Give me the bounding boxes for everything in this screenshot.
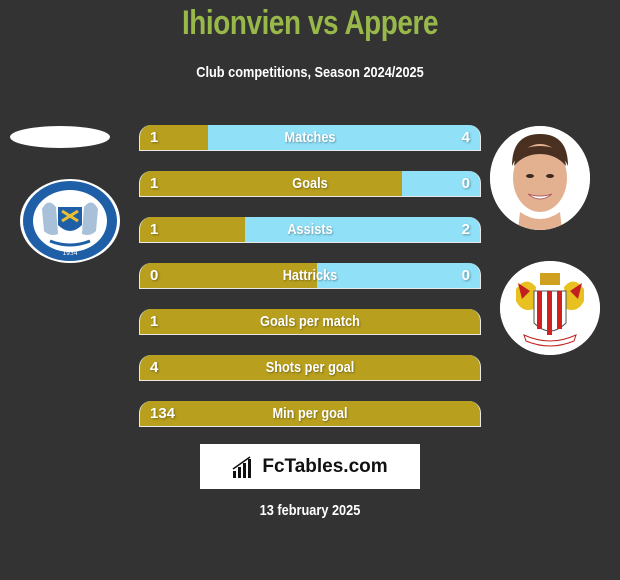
peterborough-united-crest-icon: 1934: [20, 179, 120, 263]
left-value: 1: [150, 129, 159, 146]
stat-label: Goals per match: [260, 313, 360, 330]
stat-label: Matches: [284, 129, 336, 146]
season-subtitle: Club competitions, Season 2024/2025: [196, 64, 424, 81]
fctables-logo[interactable]: FcTables.com: [200, 444, 420, 489]
stat-label: Shots per goal: [265, 359, 355, 376]
stat-bar: 4 Shots per goal: [139, 355, 481, 381]
right-value: 0: [461, 267, 470, 284]
stat-label: Hattricks: [282, 267, 338, 284]
right-value: 4: [461, 129, 470, 146]
left-value: 1: [150, 221, 159, 238]
page-title: Ihionvien vs Appere: [181, 4, 439, 42]
stat-bar: 0 Hattricks 0: [139, 263, 481, 289]
left-value: 1: [150, 175, 159, 192]
stat-bar: 1 Assists 2: [139, 217, 481, 243]
stevenage-fc-crest-icon: [500, 261, 600, 355]
stat-bar: 1 Goals 0: [139, 171, 481, 197]
date-label: 13 february 2025: [259, 502, 361, 519]
stat-bar: 1 Matches 4: [139, 125, 481, 151]
stat-bar: 1 Goals per match: [139, 309, 481, 335]
crest-year: 1934: [62, 250, 77, 257]
right-value: 0: [461, 175, 470, 192]
left-value: 4: [150, 359, 159, 376]
stat-label: Goals: [292, 175, 328, 192]
stat-bar: 134 Min per goal: [139, 401, 481, 427]
stat-label: Min per goal: [272, 405, 348, 422]
left-player-placeholder: [10, 126, 110, 148]
right-value: 2: [461, 221, 470, 238]
stat-label: Assists: [287, 221, 333, 238]
left-value: 1: [150, 313, 159, 330]
bar-chart-logo-icon: [232, 455, 252, 478]
logo-text: FcTables.com: [262, 455, 388, 477]
player-photo-icon: [490, 126, 590, 230]
left-value: 0: [150, 267, 159, 284]
